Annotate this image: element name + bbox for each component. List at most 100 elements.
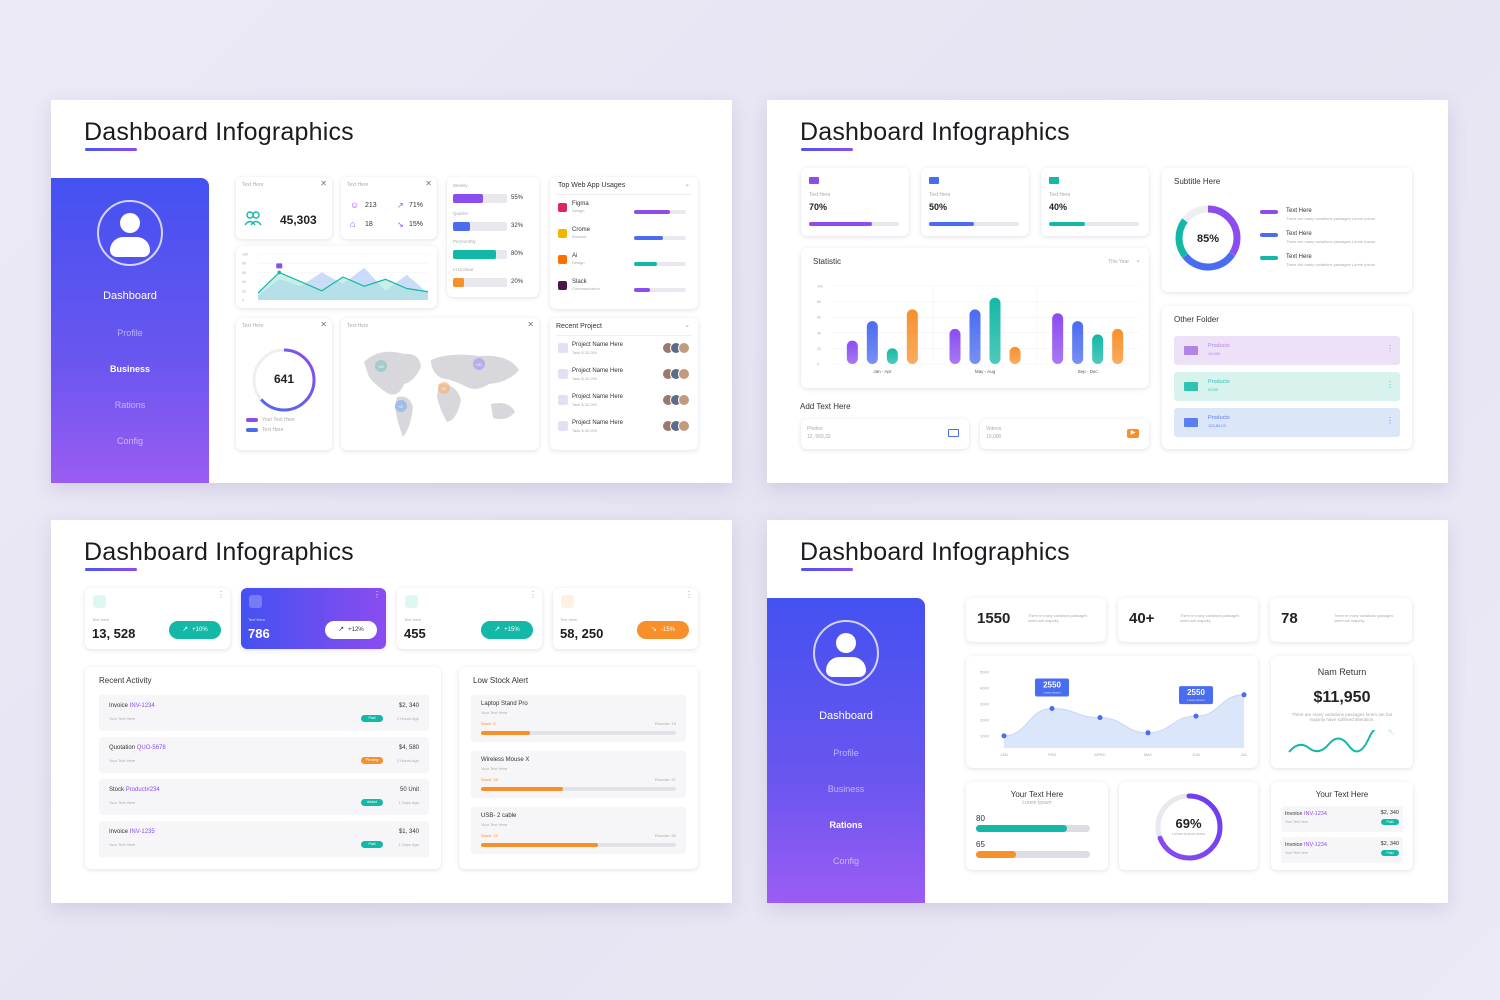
activity-ref: INV-1234 [129,703,155,709]
more-icon[interactable]: ⋮ [685,590,693,599]
gauge-value: 641 [273,372,295,386]
more-icon[interactable]: ⋮ [1386,380,1394,389]
status-badge: Paid [361,841,383,848]
activity-row[interactable]: Stock Product#234 Your Text Here 50 Unit Ad… [99,779,429,815]
photos-card[interactable]: Photos 12, 569,32 [801,419,969,449]
stock-sub: Your Text Here [481,822,508,827]
avatar [97,200,163,266]
stock-track [481,787,676,791]
kpi-card: 40+ There re many variations passages lor… [1118,598,1258,642]
trend-icon: ↗ [494,626,501,633]
app-usage-fill [634,288,650,292]
y-tick-label: 60 [242,271,246,275]
chevron-down-icon[interactable]: ⌄ [684,321,690,329]
progress-label: Permonthly [453,239,476,244]
sidebar-title[interactable]: Dashboard [51,290,209,302]
bar [949,328,961,364]
legend-label: Your Text Here [262,417,295,423]
videos-card[interactable]: Videos 10,000 ▶ [980,419,1149,449]
folder-row[interactable]: Products 10,000 ⋮ [1174,336,1400,365]
close-icon[interactable]: ✕ [527,320,534,329]
invoice-row[interactable]: Invoice INV-1234 Your Text Here $2, 340 Pai… [1281,837,1403,863]
bar [886,348,898,364]
project-name[interactable]: Project Name Here [572,368,623,374]
project-name[interactable]: Project Name Here [572,342,623,348]
more-icon[interactable]: ⋮ [373,590,381,599]
invoice-amount: $2, 340 [1380,841,1399,847]
sidebar-item-profile[interactable]: Profile [767,748,925,758]
status-badge: Added [361,799,383,806]
stat-card: ⋮ Text Here 455 ↗ +15% [397,588,542,649]
avatar [678,420,690,432]
project-name[interactable]: Project Name Here [572,420,623,426]
sidebar-item-config[interactable]: Config [767,856,925,866]
activity-row[interactable]: Quotation QUO-5678 Your Text Here $4, 580 P… [99,737,429,773]
sidebar-item-business[interactable]: Business [51,364,209,374]
return-desc: There are many variations passages lorem… [1291,712,1393,722]
activity-row[interactable]: Invoice INV-1234 Your Text Here $2, 340 Pai… [99,695,429,731]
sidebar-item-rations[interactable]: Rations [767,820,925,830]
project-name[interactable]: Project Name Here [572,394,623,400]
sidebar-item-rations[interactable]: Rations [51,400,209,410]
y-tick-label: 1000 [980,734,990,739]
project-meta: Task $ 32,000 [572,402,597,407]
close-icon[interactable]: ✕ [320,320,327,329]
stock-reorder: Reorder: 37 [654,777,676,782]
kpi-card: 78 There re many variations passages lore… [1270,598,1412,642]
kpi-track [929,222,1019,226]
app-name: Slack [572,279,587,285]
project-icon [558,421,568,431]
total-value: 45,303 [280,213,317,227]
avatar-group [662,420,692,432]
folder-row[interactable]: Products 03,50 ⋮ [1174,372,1400,401]
more-icon[interactable]: ⋮ [529,590,537,599]
legend-swatch [1260,233,1278,237]
kpi-track [1049,222,1139,226]
more-icon[interactable]: ⋮ [217,590,225,599]
kpi-card: Text Here 40% [1041,168,1149,236]
app-usage-fill [634,210,671,214]
invoice-row[interactable]: Invoice INV-1234 Your Text Here $2, 340 Pai… [1281,806,1403,832]
close-icon[interactable]: ✕ [320,179,327,188]
project-icon [558,395,568,405]
data-point [1097,715,1103,721]
invoice-ref: INV-1234 [1303,842,1327,848]
data-point [1241,692,1247,698]
bar [1092,334,1104,364]
project-meta: Task $ 32,000 [572,428,597,433]
stock-row[interactable]: Laptop Stand Pro Your Text Here Stock: 3 Re… [471,695,686,742]
avatar [813,620,879,686]
sidebar-item-business[interactable]: Business [767,784,925,794]
close-icon[interactable]: ✕ [425,179,432,188]
activity-amount: $4, 580 [398,745,419,751]
stock-count: Stock: 28 [481,777,498,782]
sidebar-item-config[interactable]: Config [51,436,209,446]
progress-track [453,222,507,231]
stock-row[interactable]: Wireless Mouse X Your Text Here Stock: 28 R… [471,751,686,798]
y-tick-label: 60 [817,316,821,320]
chevron-down-icon[interactable]: ⌄ [684,180,690,188]
slide-title: Dashboard Infographics [84,538,354,566]
app-sub: Browser [572,234,587,239]
folder-row[interactable]: Products 120,83,03 ⋮ [1174,408,1400,437]
app-usage-track [634,288,686,292]
stock-row[interactable]: USB- 2 cable Your Text Here Stock: 12 Reord… [471,807,686,854]
kpi-fill [809,222,872,226]
donut-card: Subtitle Here 85% Text Here There are man… [1162,168,1412,292]
more-icon[interactable]: ⋮ [1386,344,1394,353]
legend-title: Text Here [1286,231,1312,237]
return-card: Nam Return $11,950 There are many variat… [1271,656,1413,768]
more-icon[interactable]: ⋮ [1386,416,1394,425]
change-badge: ↗ +12% [325,621,377,639]
sidebar-item-profile[interactable]: Profile [51,328,209,338]
recent-project-title: Recent Project [556,323,602,330]
bar-chart: 100 80 60 40 20 0 Jan - Apr May - Aug Sep - Dec [817,285,1139,374]
stat-value: 13, 528 [92,626,136,641]
stats-card: Text Here ✕ ☺ 213 ↗ 71% ⌂ 18 ↘ 15% [341,177,437,239]
sidebar-title[interactable]: Dashboard [767,710,925,722]
change-badge: ↘ -15% [637,621,689,639]
stat-card: ⋮ Text Here 13, 528 ↗ +10% [85,588,230,649]
slide-2: Dashboard Infographics Text Here 70% Text … [767,100,1448,483]
app-logo-icon [558,255,567,264]
activity-row[interactable]: Invoice INV-1235 Your Text Here $1, 340 Pai… [99,821,429,857]
